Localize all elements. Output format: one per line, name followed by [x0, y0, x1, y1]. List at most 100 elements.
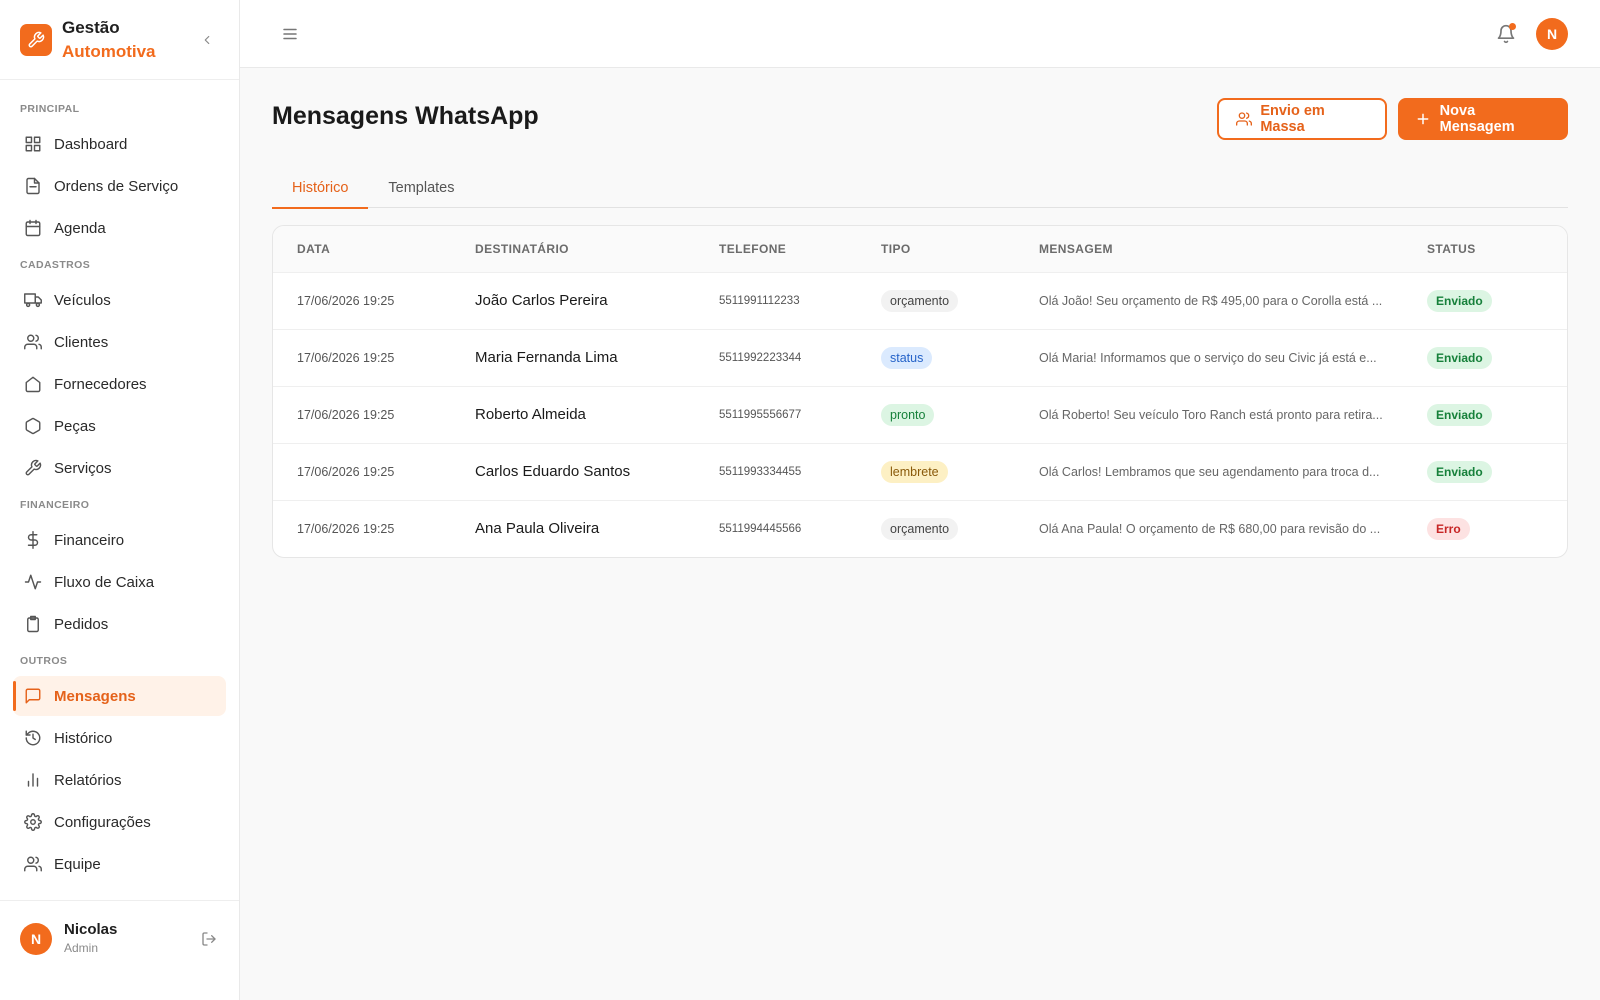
cell-recipient: Maria Fernanda Lima	[475, 349, 618, 366]
grid-icon	[24, 135, 42, 153]
table-row[interactable]: 17/06/2026 19:25 João Carlos Pereira 55119…	[273, 272, 1567, 329]
activity-icon	[24, 573, 42, 591]
cell-date: 17/06/2026 19:25	[297, 407, 395, 422]
tab-templates[interactable]: Templates	[368, 168, 474, 208]
wrench-icon	[24, 459, 42, 477]
cell-status: Enviado	[1403, 329, 1567, 386]
sidebar-item-relatorios[interactable]: Relatórios	[13, 760, 226, 800]
top-bar: N	[240, 0, 1600, 68]
cell-message: Olá Roberto! Seu veículo Toro Ranch está…	[1039, 407, 1383, 422]
sidebar-item-pecas[interactable]: Peças	[13, 406, 226, 446]
menu-icon[interactable]	[280, 24, 300, 44]
sidebar-item-label: Fluxo de Caixa	[54, 573, 155, 591]
sidebar-item-agenda[interactable]: Agenda	[13, 208, 226, 248]
cell-message: Olá Ana Paula! O orçamento de R$ 680,00 …	[1039, 521, 1381, 536]
sidebar-item-fornecedores[interactable]: Fornecedores	[13, 364, 226, 404]
bulk-send-label: Envio em Massa	[1260, 103, 1325, 135]
cell-type: pronto	[857, 386, 1015, 443]
cell-phone: 5511993334455	[719, 465, 802, 478]
column-header[interactable]: TELEFONE	[695, 226, 857, 272]
type-badge: lembrete	[881, 460, 948, 483]
status-badge: Enviado	[1427, 403, 1492, 426]
cell-type: status	[857, 329, 1015, 386]
main-content: Mensagens WhatsApp Envio em Massa Nova M…	[272, 68, 1568, 558]
column-header[interactable]: STATUS	[1403, 226, 1567, 272]
sidebar-item-label: Pedidos	[54, 615, 109, 633]
header-avatar[interactable]: N	[1536, 18, 1568, 50]
bar-chart-icon	[24, 771, 42, 789]
sidebar-item-label: Peças	[54, 417, 96, 435]
plus-icon	[1414, 110, 1432, 128]
sidebar-item-label: Fornecedores	[54, 375, 147, 393]
user-profile[interactable]: N Nicolas Admin	[0, 900, 239, 976]
sidebar-item-ordens-de-servico[interactable]: Ordens de Serviço	[13, 166, 226, 206]
table-row[interactable]: 17/06/2026 19:25 Ana Paula Oliveira 551199…	[273, 500, 1567, 557]
bell-icon[interactable]	[1494, 22, 1518, 46]
calendar-icon	[24, 219, 42, 237]
sidebar-nav: PRINCIPAL Dashboard Ordens de Serviço Agend…	[0, 80, 239, 884]
cell-date: 17/06/2026 19:25	[297, 293, 395, 308]
table-row[interactable]: 17/06/2026 19:25 Carlos Eduardo Santos 551…	[273, 443, 1567, 500]
sidebar-item-label: Ordens de Serviço	[54, 177, 179, 195]
gear-icon	[24, 813, 42, 831]
hexagon-icon	[24, 417, 42, 435]
clipboard-icon	[24, 615, 42, 633]
brand-name-line1: Gestão	[62, 17, 120, 37]
cell-phone: 5511995556677	[719, 408, 802, 421]
sidebar-item-historico[interactable]: Histórico	[13, 718, 226, 758]
column-header[interactable]: DESTINATÁRIO	[451, 226, 695, 272]
messages-table-card: DATA DESTINATÁRIO TELEFONE TIPO MENSAGEM…	[272, 225, 1568, 558]
sidebar-item-servicos[interactable]: Serviços	[13, 448, 226, 488]
sidebar-item-label: Dashboard	[54, 135, 128, 153]
sidebar-item-mensagens[interactable]: Mensagens	[13, 676, 226, 716]
table-row[interactable]: 17/06/2026 19:25 Maria Fernanda Lima 55119…	[273, 329, 1567, 386]
cell-phone: 5511991112233	[719, 294, 800, 307]
sidebar-item-veiculos[interactable]: Veículos	[13, 280, 226, 320]
sidebar-section-label: PRINCIPAL	[20, 103, 80, 115]
column-header[interactable]: TIPO	[857, 226, 1015, 272]
brand: Gestão Automotiva	[0, 0, 239, 80]
avatar: N	[20, 922, 52, 955]
table-row[interactable]: 17/06/2026 19:25 Roberto Almeida 551199555…	[273, 386, 1567, 443]
tab-historico[interactable]: Histórico	[272, 168, 369, 209]
status-badge: Enviado	[1427, 346, 1492, 369]
chevron-left-icon[interactable]	[197, 30, 217, 50]
status-badge: Enviado	[1427, 460, 1492, 483]
type-badge: orçamento	[881, 517, 959, 540]
sidebar-item-label: Agenda	[54, 219, 106, 237]
cell-date: 17/06/2026 19:25	[297, 350, 395, 365]
new-message-button[interactable]: Nova Mensagem	[1398, 98, 1568, 140]
cell-message: Olá Carlos! Lembramos que seu agendament…	[1039, 464, 1380, 479]
sidebar-item-pedidos[interactable]: Pedidos	[13, 604, 226, 644]
column-header[interactable]: DATA	[273, 226, 451, 272]
type-badge: pronto	[881, 403, 935, 426]
sidebar-item-label: Mensagens	[54, 687, 136, 705]
sidebar-item-label: Relatórios	[54, 771, 122, 789]
cell-recipient: Ana Paula Oliveira	[475, 520, 600, 538]
sidebar-item-fluxo-de-caixa[interactable]: Fluxo de Caixa	[13, 562, 226, 602]
cell-date: 17/06/2026 19:25	[297, 521, 395, 536]
cell-status: Enviado	[1403, 386, 1567, 443]
cell-recipient: João Carlos Pereira	[475, 292, 608, 309]
sidebar-item-label: Serviços	[54, 459, 112, 477]
dollar-icon	[24, 531, 42, 549]
sidebar-item-clientes[interactable]: Clientes	[13, 322, 226, 362]
sidebar-item-label: Configurações	[54, 813, 151, 831]
history-icon	[24, 729, 42, 747]
new-message-label: Nova Mensagem	[1439, 103, 1515, 135]
cell-status: Enviado	[1403, 272, 1567, 329]
table-header-row: DATA DESTINATÁRIO TELEFONE TIPO MENSAGEM…	[273, 226, 1567, 272]
logout-icon[interactable]	[199, 929, 219, 949]
sidebar-item-dashboard[interactable]: Dashboard	[13, 124, 226, 164]
brand-name-line2: Automotiva	[62, 41, 156, 61]
sidebar-section-label: CADASTROS	[20, 259, 91, 271]
status-badge: Enviado	[1427, 289, 1492, 312]
sidebar-item-configuracoes[interactable]: Configurações	[13, 802, 226, 842]
message-icon	[24, 687, 42, 705]
cell-status: Erro	[1403, 500, 1567, 557]
cell-type: orçamento	[857, 272, 1015, 329]
column-header[interactable]: MENSAGEM	[1015, 226, 1403, 272]
bulk-send-button[interactable]: Envio em Massa	[1217, 98, 1387, 140]
sidebar-item-financeiro[interactable]: Financeiro	[13, 520, 226, 560]
sidebar-item-equipe[interactable]: Equipe	[13, 844, 226, 884]
